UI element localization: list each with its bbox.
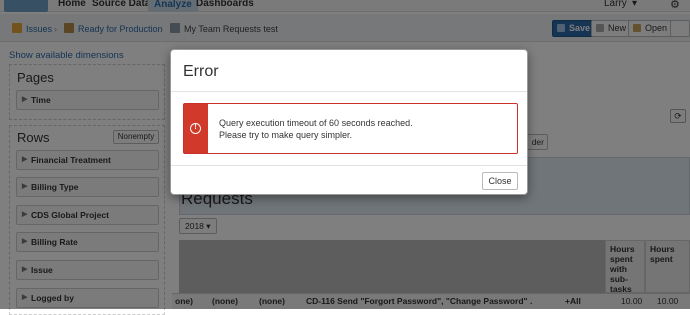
dialog-header: Error — [171, 50, 527, 92]
alert-strip: ! — [184, 104, 208, 153]
error-message-line-2: Please try to make query simpler. — [219, 130, 353, 140]
error-alert: ! Query execution timeout of 60 seconds … — [183, 103, 518, 154]
exclamation-circle-icon: ! — [190, 123, 201, 134]
error-message: Query execution timeout of 60 seconds re… — [219, 117, 413, 141]
error-dialog: Error ! Query execution timeout of 60 se… — [170, 49, 528, 195]
error-message-line-1: Query execution timeout of 60 seconds re… — [219, 118, 413, 128]
dialog-title: Error — [183, 63, 219, 80]
dialog-footer — [171, 165, 527, 194]
close-button[interactable]: Close — [482, 172, 518, 190]
